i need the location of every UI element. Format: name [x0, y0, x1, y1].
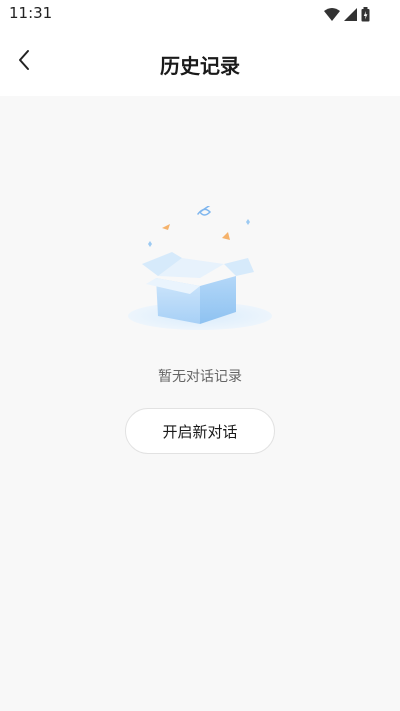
start-new-chat-button[interactable]: 开启新对话 [125, 408, 275, 454]
page-title: 历史记录 [160, 54, 240, 78]
empty-state-container: 暂无对话记录 开启新对话 [0, 96, 400, 711]
status-time: 11:31 [9, 4, 53, 22]
wifi-icon [324, 7, 340, 21]
nav-bar: 历史记录 [0, 28, 400, 96]
empty-state-message: 暂无对话记录 [158, 369, 242, 385]
status-bar: 11:31 [0, 0, 400, 28]
open-box-illustration [120, 193, 280, 334]
battery-icon [361, 6, 370, 22]
signal-icon [344, 7, 357, 21]
status-icons [324, 6, 370, 22]
